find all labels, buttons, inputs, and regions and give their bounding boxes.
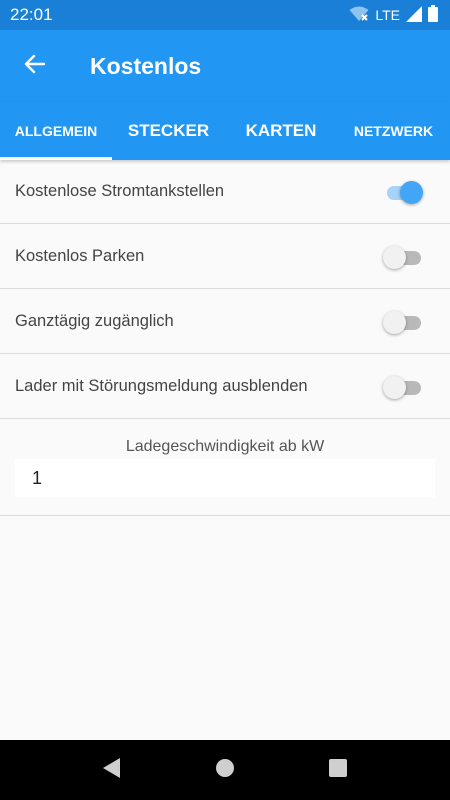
app-bar: Kostenlos [0,30,450,102]
setting-label: Lader mit Störungsmeldung ausblenden [15,377,308,395]
battery-icon [428,5,438,25]
tab-bar: ALLGEMEIN STECKER KARTEN NETZWERK [0,102,450,160]
tab-allgemein[interactable]: ALLGEMEIN [0,102,112,160]
setting-row-all-day-access[interactable]: Ganztägig zugänglich [0,290,450,354]
status-bar: 22:01 LTE [0,0,450,30]
tab-label: KARTEN [245,121,317,140]
status-time: 22:01 [10,5,53,24]
tab-label: ALLGEMEIN [14,123,98,139]
system-nav-bar [0,740,450,800]
status-icons: LTE [349,5,438,25]
tab-label: STECKER [127,121,210,140]
free-charging-toggle[interactable] [384,180,423,204]
recents-square-icon [329,758,348,782]
nav-home-button[interactable] [205,750,245,790]
back-button[interactable] [0,30,70,102]
setting-label: Kostenlos Parken [15,247,145,265]
nav-recents-button[interactable] [318,750,358,790]
tab-label: NETZWERK [353,123,434,139]
signal-icon [406,5,422,25]
switch-thumb [383,245,406,269]
switch-thumb [383,375,406,399]
page-title: Kostenlos [90,52,202,79]
setting-label: Kostenlose Stromtankstellen [15,182,225,200]
charging-speed-section: Ladegeschwindigkeit ab kW [0,420,450,516]
home-circle-icon [215,758,235,783]
tab-netzwerk[interactable]: NETZWERK [337,102,450,160]
setting-label: Ganztägig zugänglich [15,312,174,330]
wifi-off-icon [349,6,369,25]
charging-speed-label: Ladegeschwindigkeit ab kW [125,438,325,455]
all-day-access-toggle[interactable] [383,310,421,334]
back-triangle-icon [102,757,121,783]
arrow-left-icon [24,53,46,80]
nav-back-button[interactable] [92,750,132,790]
network-type-label: LTE [375,7,400,23]
setting-row-hide-faulty-chargers[interactable]: Lader mit Störungsmeldung ausblenden [0,355,450,419]
charging-speed-input[interactable] [15,459,435,497]
setting-row-free-charging[interactable]: Kostenlose Stromtankstellen [0,160,450,224]
free-parking-toggle[interactable] [383,245,421,269]
tab-stecker[interactable]: STECKER [112,102,225,160]
switch-thumb [383,310,406,334]
tab-karten[interactable]: KARTEN [225,102,337,160]
switch-thumb [400,180,423,204]
setting-row-free-parking[interactable]: Kostenlos Parken [0,225,450,289]
hide-faulty-chargers-toggle[interactable] [383,375,421,399]
